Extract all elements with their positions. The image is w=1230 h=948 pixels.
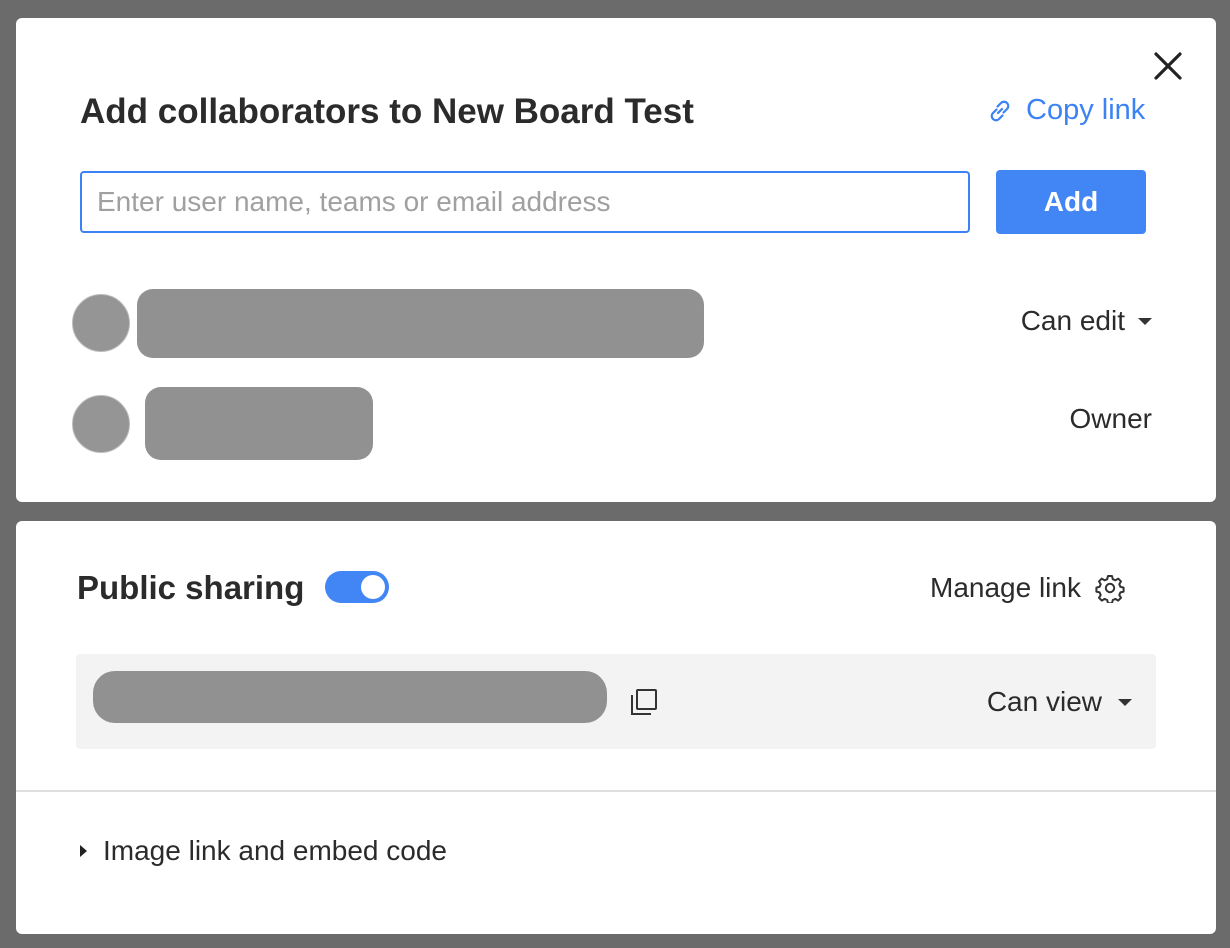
chevron-down-icon <box>1118 698 1132 706</box>
copy-public-link-button[interactable] <box>629 687 659 722</box>
close-icon <box>1154 52 1182 80</box>
add-button[interactable]: Add <box>996 170 1146 234</box>
embed-code-expander[interactable]: Image link and embed code <box>80 835 447 867</box>
link-icon <box>990 100 1010 121</box>
manage-link-label: Manage link <box>930 572 1081 603</box>
toggle-knob <box>361 575 385 599</box>
link-permission-dropdown[interactable]: Can view <box>987 686 1132 718</box>
copy-link-label: Copy link <box>1026 94 1146 126</box>
link-permission-label: Can view <box>986 686 1102 717</box>
add-collaborators-panel: Add collaborators to New Board Test Copy… <box>16 18 1216 502</box>
manage-link-button[interactable]: Manage link <box>930 572 1125 604</box>
role-label: Can edit <box>1020 305 1125 336</box>
copy-icon <box>631 689 657 715</box>
public-link-row: Can view <box>76 654 1156 749</box>
avatar <box>72 294 130 352</box>
public-sharing-label: Public sharing <box>77 569 305 606</box>
avatar <box>72 395 130 453</box>
chevron-right-icon <box>80 845 87 857</box>
divider <box>16 790 1216 792</box>
copy-link-button[interactable]: Copy link <box>986 94 1145 127</box>
close-button[interactable] <box>1151 49 1185 83</box>
gear-icon <box>1095 575 1125 603</box>
public-sharing-panel: Public sharing Manage link Can view Imag… <box>16 521 1216 934</box>
collaborator-role-owner: Owner <box>1070 403 1152 435</box>
role-label: Owner <box>1069 403 1152 434</box>
collaborator-name-redacted <box>137 289 704 358</box>
embed-code-label: Image link and embed code <box>103 835 447 866</box>
collaborator-search-input[interactable] <box>80 171 970 233</box>
public-sharing-toggle[interactable] <box>325 571 389 603</box>
public-link-redacted <box>93 671 607 723</box>
collaborator-name-redacted <box>145 387 373 460</box>
collaborator-role-dropdown[interactable]: Can edit <box>1021 305 1152 337</box>
dialog-title: Add collaborators to New Board Test <box>80 92 694 131</box>
chevron-down-icon <box>1138 317 1152 325</box>
